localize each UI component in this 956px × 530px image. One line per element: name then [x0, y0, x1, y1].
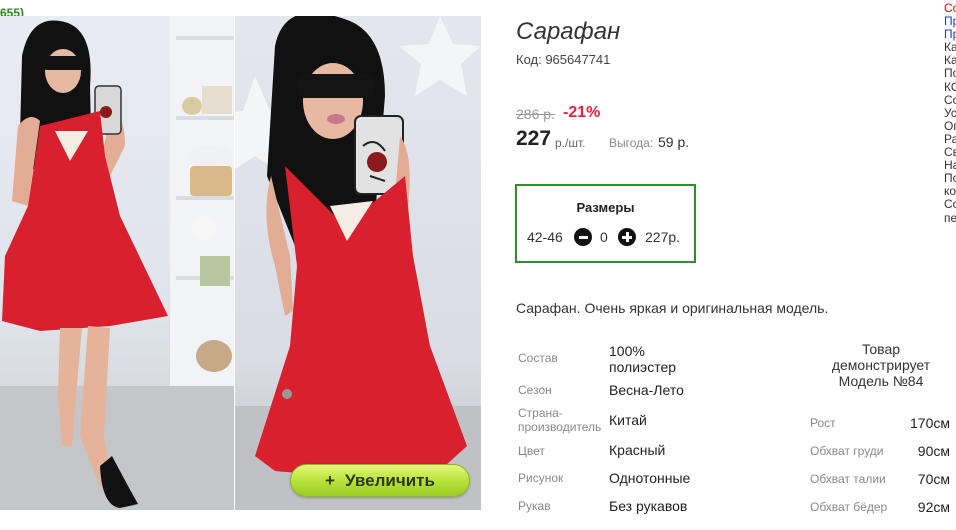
attribute-label: Состав	[518, 351, 558, 365]
size-price: 227р.	[645, 229, 681, 245]
side-menu-item: КО	[944, 79, 956, 94]
product-photo-1-art	[0, 16, 234, 510]
benefit-label: Выгода:	[609, 136, 654, 150]
side-menu-item: Ус	[944, 105, 956, 120]
model-caption: Товар демонстрирует Модель №84	[831, 341, 931, 389]
benefit-value: 59 р.	[658, 134, 690, 150]
measurement-value: 90см	[917, 443, 950, 459]
decrease-quantity-button[interactable]	[574, 228, 592, 246]
side-menu-item: Оп	[944, 118, 956, 133]
product-code: Код: 965647741	[516, 52, 611, 67]
attribute-label: Страна-производитель	[518, 406, 602, 434]
plus-icon: +	[325, 470, 335, 490]
measurement-value: 70см	[917, 471, 950, 487]
measurement-label: Рост	[810, 416, 836, 430]
measurement-label: Обхват талии	[810, 472, 886, 486]
attribute-value: Красный	[609, 442, 666, 458]
product-photo-2-art	[235, 16, 481, 510]
sizes-panel: Размеры 42-46 0 227р.	[515, 184, 696, 263]
product-photo-1[interactable]	[0, 16, 234, 510]
side-menu-item: По	[944, 66, 956, 81]
discount-badge: -21%	[563, 104, 601, 121]
measurement-value: 92см	[917, 499, 950, 515]
zoom-button-label: Увеличить	[344, 470, 435, 490]
price-unit: р./шт.	[555, 136, 586, 150]
attribute-label: Рукав	[518, 499, 551, 513]
side-menu-item: пе	[944, 210, 956, 225]
quantity-value: 0	[600, 229, 608, 245]
measurement-label: Обхват груди	[810, 444, 884, 458]
attribute-value: 100% полиэстер	[609, 343, 677, 375]
side-menu: Со Пр Пр Ка Ка По КО Со Ус Оп Ра Св На П…	[944, 0, 956, 225]
side-menu-item: Со	[944, 92, 956, 107]
size-label: 42-46	[527, 229, 563, 245]
zoom-button[interactable]: + Увеличить	[290, 464, 470, 497]
increase-quantity-button[interactable]	[618, 228, 636, 246]
side-menu-item: Со	[944, 197, 956, 212]
product-photo-2[interactable]	[235, 16, 481, 510]
attribute-value: Весна-Лето	[609, 382, 684, 398]
minus-icon	[578, 235, 588, 239]
attribute-value: Однотонные	[609, 470, 691, 486]
sizes-title: Размеры	[576, 200, 635, 215]
product-description: Сарафан. Очень яркая и оригинальная моде…	[516, 300, 829, 316]
old-price: 286 р.	[516, 106, 555, 122]
current-price: 227	[516, 127, 552, 150]
measurement-label: Обхват бёдер	[810, 500, 888, 514]
product-title: Сарафан	[516, 18, 621, 45]
attribute-label: Сезон	[518, 383, 552, 397]
measurement-value: 170см	[910, 415, 950, 431]
attribute-value: Китай	[609, 412, 647, 428]
attribute-value: Без рукавов	[609, 498, 688, 514]
attribute-label: Рисунок	[518, 471, 564, 485]
attribute-label: Цвет	[518, 444, 545, 458]
